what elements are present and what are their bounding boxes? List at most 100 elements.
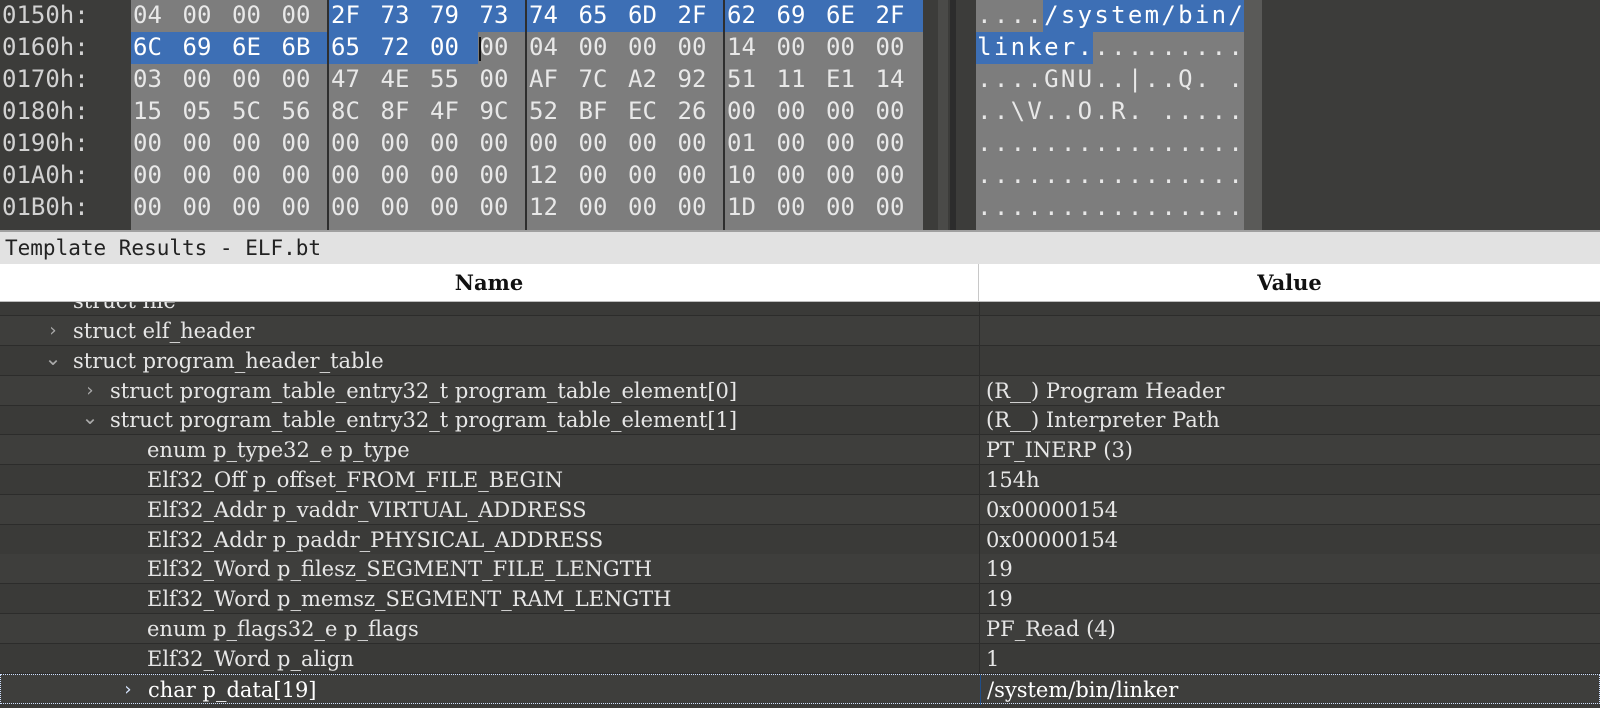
hex-byte[interactable]: 74 bbox=[527, 0, 577, 32]
hex-byte[interactable]: 12 bbox=[527, 160, 577, 192]
ascii-char[interactable]: . bbox=[1060, 160, 1077, 192]
hex-byte[interactable]: 00 bbox=[874, 32, 924, 64]
ascii-char[interactable]: . bbox=[1093, 96, 1110, 128]
ascii-char[interactable]: . bbox=[1026, 64, 1043, 96]
ascii-char[interactable]: O bbox=[1077, 96, 1094, 128]
ascii-char[interactable]: n bbox=[1210, 0, 1228, 32]
hex-byte[interactable]: 00 bbox=[428, 32, 478, 64]
hex-byte[interactable]: 00 bbox=[676, 192, 726, 224]
hex-byte[interactable]: 00 bbox=[230, 192, 280, 224]
tree-row[interactable]: Elf32_Word p_align 1 bbox=[0, 643, 1600, 674]
ascii-char[interactable]: . bbox=[1077, 160, 1094, 192]
hex-byte[interactable]: 00 bbox=[577, 160, 627, 192]
hex-byte[interactable]: 00 bbox=[824, 32, 874, 64]
hex-byte[interactable]: 00 bbox=[824, 128, 874, 160]
hex-byte[interactable]: 00 bbox=[626, 192, 676, 224]
ascii-char[interactable]: . bbox=[976, 192, 993, 224]
ascii-char[interactable]: . bbox=[1060, 192, 1077, 224]
ascii-char[interactable]: . bbox=[1144, 64, 1161, 96]
hex-byte[interactable]: 52 bbox=[527, 96, 577, 128]
ascii-char[interactable]: . bbox=[1093, 128, 1110, 160]
tree-value-cell[interactable]: PT_INERP (3) bbox=[979, 435, 1600, 466]
hex-byte[interactable]: 6C bbox=[131, 32, 181, 64]
tree-name-cell[interactable]: enum p_flags32_e p_flags bbox=[0, 614, 978, 644]
ascii-char[interactable]: . bbox=[1026, 128, 1043, 160]
ascii-char[interactable]: i bbox=[992, 32, 1010, 64]
ascii-char[interactable]: . bbox=[1211, 192, 1228, 224]
ascii-char[interactable]: V bbox=[1026, 96, 1043, 128]
ascii-char[interactable]: N bbox=[1060, 64, 1077, 96]
chevron-right-icon[interactable]: › bbox=[80, 376, 100, 406]
hex-byte[interactable]: 00 bbox=[280, 160, 330, 192]
hex-byte[interactable]: 00 bbox=[280, 64, 330, 96]
template-results-tree[interactable]: struct file › struct elf_header ⌄ struct pro… bbox=[0, 302, 1600, 708]
ascii-char[interactable]: . bbox=[1160, 64, 1177, 96]
tree-name-cell[interactable]: › char p_data[19] bbox=[1, 675, 979, 705]
hex-byte[interactable]: 9C bbox=[478, 96, 528, 128]
hex-byte[interactable]: 00 bbox=[775, 192, 825, 224]
hex-byte[interactable]: 00 bbox=[626, 160, 676, 192]
hex-byte[interactable]: 7C bbox=[577, 64, 627, 96]
hex-byte[interactable]: 00 bbox=[478, 192, 528, 224]
tree-row[interactable]: struct file bbox=[0, 302, 1600, 316]
ascii-char[interactable]: y bbox=[1076, 0, 1094, 32]
tree-row[interactable]: Elf32_Addr p_vaddr_VIRTUAL_ADDRESS 0x0000… bbox=[0, 494, 1600, 525]
ascii-char[interactable]: . bbox=[1194, 64, 1211, 96]
hex-byte[interactable]: BF bbox=[577, 96, 627, 128]
hex-byte[interactable]: 00 bbox=[379, 160, 429, 192]
ascii-char[interactable]: e bbox=[1043, 32, 1060, 64]
hex-byte[interactable]: 00 bbox=[428, 192, 478, 224]
hex-byte[interactable]: 00 bbox=[181, 0, 231, 32]
hex-byte[interactable]: 00 bbox=[131, 128, 181, 160]
ascii-char[interactable]: . bbox=[993, 192, 1010, 224]
hex-byte[interactable]: 00 bbox=[428, 160, 478, 192]
tree-row[interactable]: Elf32_Off p_offset_FROM_FILE_BEGIN 154h bbox=[0, 465, 1600, 495]
hex-byte[interactable]: 00 bbox=[428, 128, 478, 160]
chevron-right-icon[interactable]: › bbox=[118, 675, 138, 705]
ascii-char[interactable]: . bbox=[1043, 128, 1060, 160]
ascii-char[interactable]: . bbox=[1227, 96, 1244, 128]
ascii-char[interactable] bbox=[1211, 64, 1228, 96]
hex-byte[interactable]: 00 bbox=[527, 128, 577, 160]
ascii-char[interactable]: . bbox=[993, 128, 1010, 160]
ascii-char[interactable]: / bbox=[1160, 0, 1177, 32]
ascii-char[interactable]: . bbox=[1127, 32, 1144, 64]
hex-byte[interactable]: 00 bbox=[626, 128, 676, 160]
ascii-char[interactable]: . bbox=[1160, 160, 1177, 192]
hex-byte[interactable]: 04 bbox=[131, 0, 181, 32]
tree-value-cell[interactable] bbox=[979, 302, 1600, 316]
tree-row[interactable]: enum p_flags32_e p_flags PF_Read (4) bbox=[0, 614, 1600, 644]
hex-byte[interactable]: 00 bbox=[379, 128, 429, 160]
hex-byte[interactable]: 00 bbox=[329, 192, 379, 224]
ascii-char[interactable]: | bbox=[1127, 64, 1144, 96]
ascii-char[interactable]: Q bbox=[1177, 64, 1194, 96]
ascii-char[interactable] bbox=[1144, 96, 1161, 128]
hex-byte[interactable]: 00 bbox=[676, 32, 726, 64]
hex-byte[interactable]: 00 bbox=[577, 192, 627, 224]
ascii-char[interactable]: r bbox=[1059, 32, 1077, 64]
hex-byte[interactable]: 55 bbox=[428, 64, 478, 96]
hex-byte[interactable]: 6E bbox=[824, 0, 874, 32]
hex-byte[interactable]: 4E bbox=[379, 64, 429, 96]
hex-byte[interactable]: 15 bbox=[131, 96, 181, 128]
hex-byte[interactable]: 00 bbox=[874, 128, 924, 160]
ascii-char[interactable]: e bbox=[1126, 0, 1144, 32]
hex-byte[interactable]: 5C bbox=[230, 96, 280, 128]
hex-byte[interactable]: 14 bbox=[725, 32, 775, 64]
ascii-char[interactable]: . bbox=[976, 96, 993, 128]
hex-byte[interactable]: 00 bbox=[478, 64, 528, 96]
ascii-char[interactable]: . bbox=[1110, 160, 1127, 192]
ascii-char[interactable]: . bbox=[1227, 32, 1244, 64]
hex-byte[interactable]: 26 bbox=[676, 96, 726, 128]
hex-byte[interactable]: 04 bbox=[527, 32, 577, 64]
ascii-char[interactable]: . bbox=[1211, 96, 1228, 128]
chevron-down-icon[interactable]: ⌄ bbox=[80, 405, 100, 435]
ascii-char[interactable]: . bbox=[1177, 96, 1194, 128]
ascii-char[interactable]: . bbox=[1160, 32, 1177, 64]
ascii-char[interactable]: . bbox=[976, 64, 993, 96]
hex-byte[interactable]: 00 bbox=[725, 96, 775, 128]
hex-byte[interactable]: 4F bbox=[428, 96, 478, 128]
hex-byte[interactable]: 00 bbox=[329, 128, 379, 160]
tree-name-cell[interactable]: enum p_type32_e p_type bbox=[0, 435, 978, 465]
ascii-char[interactable]: \ bbox=[1010, 96, 1027, 128]
